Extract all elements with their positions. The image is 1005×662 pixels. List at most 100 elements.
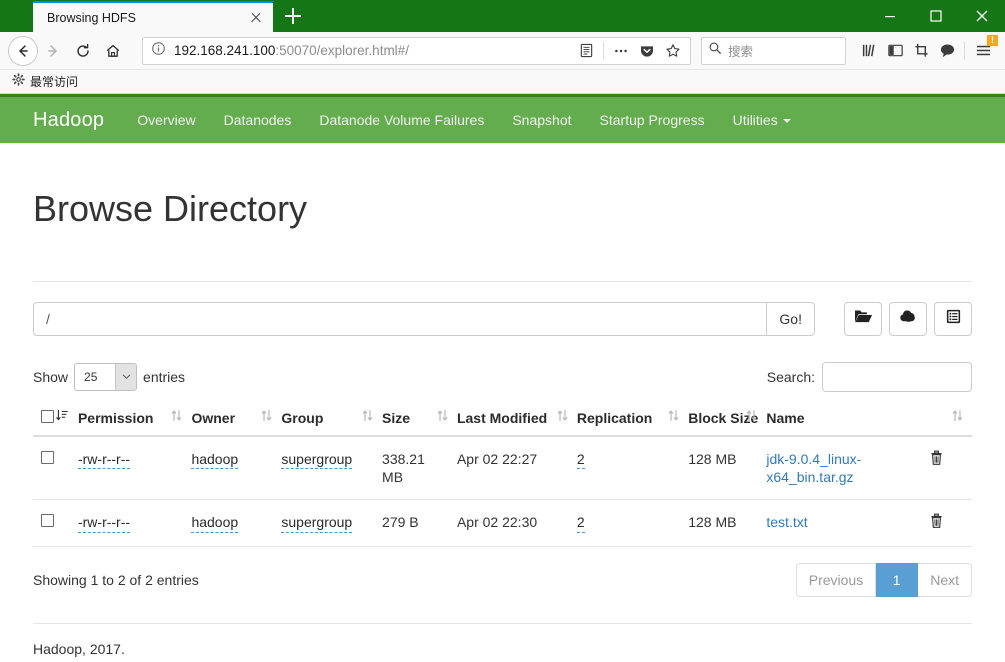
url-text: 192.168.241.100:50070/explorer.html#/ [174, 43, 409, 58]
browser-tab[interactable]: Browsing HDFS [33, 1, 273, 32]
upload-button[interactable] [889, 301, 927, 336]
maximize-button[interactable] [913, 0, 959, 32]
forward-icon[interactable] [38, 36, 68, 66]
pagination-page-1[interactable]: 1 [876, 563, 919, 598]
toolbar-divider [603, 41, 604, 60]
page-actions-icon[interactable] [608, 38, 634, 64]
title-divider [33, 280, 972, 282]
row-checkbox[interactable] [41, 514, 54, 528]
nav-link-utilities[interactable]: Utilities [733, 112, 791, 128]
group-value[interactable]: supergroup [281, 451, 353, 470]
permission-value[interactable]: -rw-r--r-- [77, 514, 131, 533]
footer-divider [33, 623, 972, 625]
bookmark-most-visited[interactable]: 最常访问 [8, 72, 82, 91]
new-tab-icon[interactable] [279, 2, 307, 30]
entries-label: entries [143, 368, 186, 385]
cell-group: supergroup [281, 435, 383, 501]
cell-name: test.txt [766, 499, 930, 548]
cell-permission: -rw-r--r-- [77, 499, 192, 548]
replication-value[interactable]: 2 [576, 451, 585, 470]
th-size[interactable]: Size [382, 406, 457, 437]
search-input[interactable] [822, 361, 972, 392]
sort-icon [171, 409, 182, 426]
app-menu-icon[interactable]: ! [969, 34, 998, 65]
sort-amount-icon [56, 409, 69, 426]
nav-link-snapshot[interactable]: Snapshot [512, 112, 571, 128]
url-path: :50070/explorer.html#/ [275, 43, 409, 58]
entries-select[interactable]: 251050100 [74, 362, 138, 391]
cut-paste-button[interactable] [934, 301, 972, 336]
sidebar-icon[interactable] [882, 38, 908, 64]
cell-permission: -rw-r--r-- [77, 435, 192, 501]
owner-value[interactable]: hadoop [191, 451, 239, 470]
replication-value[interactable]: 2 [576, 514, 585, 533]
cell-size: 279 B [382, 499, 457, 548]
files-table-head: Permission Owner Group Size Last Modifie… [33, 406, 972, 437]
owner-value[interactable]: hadoop [191, 514, 239, 533]
main-container: Browse Directory Go! [0, 189, 1005, 657]
sort-icon [261, 409, 272, 426]
group-value[interactable]: supergroup [281, 514, 353, 533]
pocket-icon[interactable] [634, 38, 660, 64]
new-directory-button[interactable] [844, 301, 882, 336]
cell-owner: hadoop [191, 499, 282, 548]
th-block-size[interactable]: Block Size [688, 406, 767, 437]
screenshot-icon[interactable] [908, 38, 934, 64]
cell-block-size: 128 MB [688, 435, 767, 501]
hadoop-navbar: Hadoop Overview Datanodes Datanode Volum… [0, 94, 1005, 143]
table-header-row: Permission Owner Group Size Last Modifie… [33, 406, 972, 437]
bookmark-star-icon[interactable] [660, 38, 686, 64]
page-info-icon[interactable] [151, 41, 166, 61]
th-group[interactable]: Group [281, 406, 383, 437]
tab-title: Browsing HDFS [47, 10, 136, 25]
pagination-next[interactable]: Next [918, 563, 972, 598]
sort-icon [362, 409, 373, 426]
chat-bubble-icon[interactable] [934, 38, 960, 64]
delete-icon[interactable] [929, 450, 944, 470]
home-icon[interactable] [98, 36, 128, 66]
nav-link-datanode-volume-failures[interactable]: Datanode Volume Failures [319, 112, 484, 128]
th-owner[interactable]: Owner [191, 406, 282, 437]
close-tab-icon[interactable] [247, 9, 265, 27]
window-controls [867, 0, 1005, 32]
toolbar-right-icons: ! [856, 34, 998, 65]
th-select-all[interactable] [33, 406, 78, 437]
table-footer-row: Showing 1 to 2 of 2 entries Previous 1 N… [33, 563, 972, 598]
permission-value[interactable]: -rw-r--r-- [77, 451, 131, 470]
reader-view-icon[interactable] [573, 38, 599, 64]
nav-link-datanodes[interactable]: Datanodes [224, 112, 292, 128]
minimize-button[interactable] [867, 0, 913, 32]
pagination-previous[interactable]: Previous [795, 563, 877, 598]
library-icon[interactable] [856, 38, 882, 64]
th-actions[interactable] [929, 406, 972, 437]
browser-search-box[interactable]: 搜索 [701, 36, 846, 65]
go-button[interactable]: Go! [766, 301, 815, 336]
bookmarks-bar: 最常访问 [0, 70, 1005, 94]
path-input[interactable] [33, 301, 767, 336]
row-checkbox[interactable] [41, 450, 54, 464]
path-row: Go! [33, 301, 972, 336]
close-window-button[interactable] [959, 0, 1005, 32]
file-link[interactable]: test.txt [766, 514, 807, 530]
th-replication[interactable]: Replication [576, 406, 689, 437]
sort-icon [952, 409, 963, 426]
entries-select-wrap: 251050100 [74, 362, 138, 391]
nav-link-startup-progress[interactable]: Startup Progress [600, 112, 705, 128]
show-entries-control: Show 251050100 entries [33, 362, 186, 391]
showing-entries-text: Showing 1 to 2 of 2 entries [33, 572, 199, 589]
navbar-brand[interactable]: Hadoop [33, 109, 104, 132]
th-last-modified[interactable]: Last Modified [456, 406, 577, 437]
nav-link-overview[interactable]: Overview [137, 112, 195, 128]
delete-icon[interactable] [929, 513, 944, 533]
back-icon[interactable] [8, 35, 38, 66]
url-host: 192.168.241.100 [174, 43, 276, 58]
file-link[interactable]: jdk-9.0.4_linux-x64_bin.tar.gz [766, 451, 861, 485]
th-permission[interactable]: Permission [77, 406, 192, 437]
reload-icon[interactable] [68, 36, 98, 66]
th-name[interactable]: Name [766, 406, 930, 437]
select-all-checkbox[interactable] [41, 409, 54, 423]
address-bar-actions [573, 38, 686, 64]
pagination: Previous 1 Next [795, 563, 972, 598]
address-bar[interactable]: 192.168.241.100:50070/explorer.html#/ [142, 36, 691, 65]
row-select-cell [33, 435, 78, 501]
